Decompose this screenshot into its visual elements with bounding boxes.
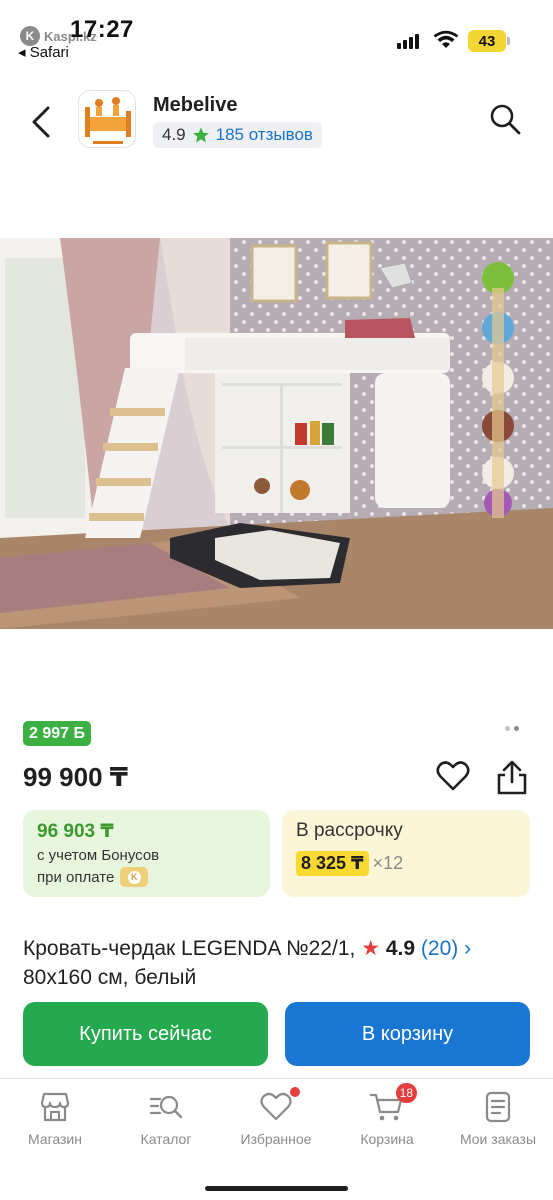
star-icon — [192, 127, 209, 143]
bed-logo-icon — [85, 97, 131, 144]
shop-rating-badge[interactable]: 4.9 185 отзывов — [153, 122, 322, 148]
favorite-heart-icon[interactable] — [436, 760, 470, 792]
bonus-price-card[interactable]: 96 903 ₸ с учетом Бонусов при оплате K — [23, 810, 270, 897]
share-icon[interactable] — [495, 760, 529, 796]
pager-dot-active — [514, 726, 519, 731]
buy-now-button[interactable]: Купить сейчас — [23, 1002, 268, 1066]
battery-indicator: 43 — [468, 30, 510, 52]
bonus-caption-1: с учетом Бонусов — [37, 847, 160, 864]
kaspi-pay-icon: K — [120, 867, 149, 887]
bonus-caption-2: при оплате — [37, 868, 115, 886]
installment-months: ×12 — [372, 853, 404, 873]
catalog-search-icon — [149, 1095, 183, 1119]
product-title-line1: Кровать-чердак LEGENDA №22/1, — [23, 937, 356, 960]
tab-label: Магазин — [27, 1131, 82, 1147]
shop-rating-score: 4.9 — [162, 125, 186, 144]
add-to-cart-button[interactable]: В корзину — [285, 1002, 530, 1066]
cellular-signal-icon — [397, 34, 419, 49]
tab-favorites[interactable]: Избранное — [221, 1087, 331, 1147]
product-price: 99 900 ₸ — [23, 762, 128, 792]
shop-reviews-link[interactable]: 185 отзывов — [216, 125, 313, 145]
pager-dot — [505, 726, 510, 731]
status-bar: K Kaspi.kz 17:27 ◂ Safari 43 — [0, 0, 553, 70]
bonus-badge: 2 997 Б — [23, 721, 91, 746]
tab-catalog[interactable]: Каталог — [111, 1089, 221, 1147]
shop-header: Mebelive 4.9 185 отзывов — [0, 84, 553, 160]
bottom-tab-bar: Магазин Каталог Избранное 18 Корзина Мои… — [0, 1078, 553, 1200]
chevron-right-icon[interactable]: › — [464, 937, 471, 960]
back-arrow-icon[interactable] — [26, 102, 58, 142]
notification-dot — [290, 1087, 300, 1097]
tab-orders[interactable]: Мои заказы — [443, 1089, 553, 1147]
shop-logo[interactable] — [78, 90, 136, 148]
tab-label: Избранное — [240, 1131, 312, 1147]
star-icon: ★ — [361, 937, 381, 960]
status-time: 17:27 — [70, 16, 134, 43]
product-title: Кровать-чердак LEGENDA №22/1, ★ 4.9 (20)… — [23, 934, 533, 992]
installment-title: В рассрочку — [296, 820, 403, 841]
wifi-icon — [433, 30, 459, 48]
back-to-app-link[interactable]: ◂ Safari — [18, 43, 69, 61]
search-icon[interactable] — [488, 102, 522, 136]
shop-name[interactable]: Mebelive — [153, 94, 237, 117]
product-title-line2: 80x160 см, белый — [23, 966, 197, 989]
tab-cart[interactable]: 18 Корзина — [332, 1083, 442, 1147]
installment-amount: 8 325 ₸ — [296, 851, 369, 876]
tab-label: Корзина — [360, 1131, 414, 1147]
product-rating: 4.9 — [385, 937, 416, 960]
home-indicator[interactable] — [205, 1186, 348, 1191]
installment-card[interactable]: В рассрочку 8 325 ₸ ×12 — [282, 810, 530, 897]
bonus-price: 96 903 ₸ — [37, 821, 114, 842]
tab-label: Каталог — [140, 1131, 192, 1147]
shop-icon — [40, 1092, 70, 1122]
heart-icon — [260, 1092, 292, 1121]
tab-label: Мои заказы — [459, 1131, 537, 1147]
tab-shop[interactable]: Магазин — [0, 1089, 110, 1147]
image-pager — [505, 726, 519, 731]
product-reviews-link[interactable]: (20) — [421, 937, 458, 960]
orders-icon — [485, 1091, 511, 1123]
loft-bed-photo — [0, 238, 553, 629]
cart-count-badge: 18 — [395, 1083, 417, 1103]
product-image[interactable] — [0, 238, 553, 629]
